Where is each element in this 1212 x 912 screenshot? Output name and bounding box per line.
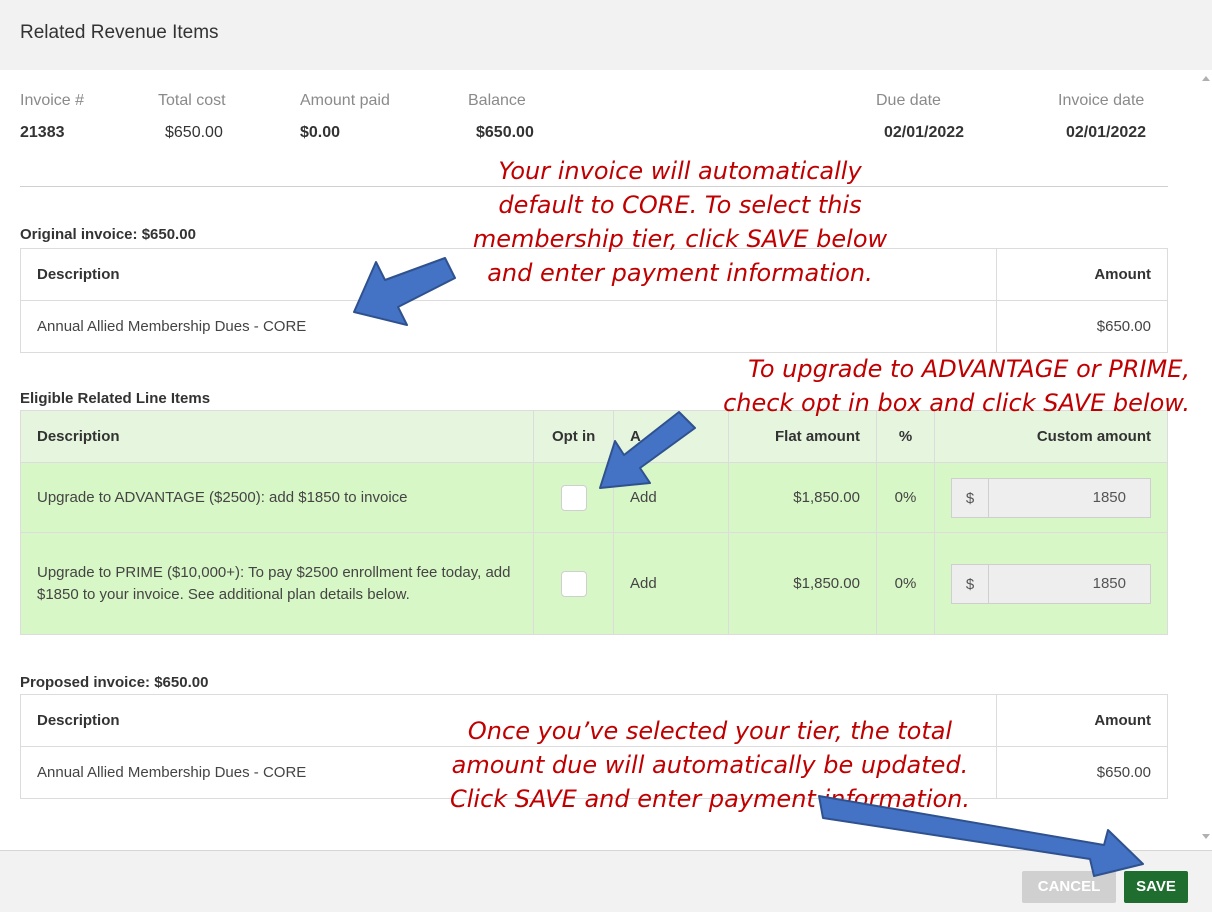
eligible-items-label: Eligible Related Line Items xyxy=(20,390,211,407)
due-date-value: 02/01/2022 xyxy=(884,124,965,141)
balance-value: $650.00 xyxy=(476,124,534,141)
flat-amount: $1,850.00 xyxy=(728,532,877,635)
percent-value: 0% xyxy=(876,532,935,635)
proposed-invoice-label: Proposed invoice: $650.00 xyxy=(20,674,209,691)
custom-amount-input[interactable] xyxy=(989,477,1151,518)
upgrade-annotation: To upgrade to ADVANTAGE or PRIME, check … xyxy=(723,355,1190,417)
balance-label: Balance xyxy=(468,92,526,109)
total-cost-label: Total cost xyxy=(158,92,226,109)
upgrade-advantage-description: Upgrade to ADVANTAGE ($2500): add $1850 … xyxy=(19,462,535,533)
invoice-number-label: Invoice # xyxy=(20,92,85,109)
custom-amount-input[interactable] xyxy=(989,563,1151,604)
amount-header: Amount xyxy=(996,248,1168,301)
amount-paid-value: $0.00 xyxy=(300,124,341,141)
table-row: Upgrade to PRIME ($10,000+): To pay $250… xyxy=(19,532,1168,635)
scrollbar[interactable] xyxy=(1200,70,1212,850)
amount-paid-label: Amount paid xyxy=(300,92,390,109)
invoice-date-value: 02/01/2022 xyxy=(1066,124,1147,141)
amount-header: Amount xyxy=(996,694,1168,747)
save-button[interactable]: SAVE xyxy=(1124,871,1188,903)
flat-amount: $1,850.00 xyxy=(728,462,877,533)
upgrade-prime-description: Upgrade to PRIME ($10,000+): To pay $250… xyxy=(19,532,535,635)
cancel-button[interactable]: CANCEL xyxy=(1022,871,1116,903)
action-add: Add xyxy=(613,462,730,533)
opt-in-cell xyxy=(533,462,615,533)
save-annotation: Once you’ve selected your tier, the tota… xyxy=(449,717,971,813)
action-add: Add xyxy=(613,532,730,635)
description-header: Description xyxy=(19,410,535,463)
scroll-down-icon[interactable] xyxy=(1202,834,1210,839)
line-item-amount: $650.00 xyxy=(996,746,1168,799)
line-item-description: Annual Allied Membership Dues - CORE xyxy=(20,300,997,353)
total-cost-value: $650.00 xyxy=(165,124,223,141)
custom-amount-cell: $ xyxy=(934,462,1168,533)
table-row: Upgrade to ADVANTAGE ($2500): add $1850 … xyxy=(19,462,1168,533)
eligible-items-table: Description Opt in A Flat amount % Custo… xyxy=(19,410,1168,635)
core-annotation: Your invoice will automatically default … xyxy=(472,157,888,287)
opt-in-checkbox-prime[interactable] xyxy=(560,570,587,597)
table-row: Annual Allied Membership Dues - CORE $65… xyxy=(20,300,1168,353)
percent-value: 0% xyxy=(876,462,935,533)
opt-in-cell xyxy=(533,532,615,635)
custom-amount-group: $ xyxy=(951,563,1151,604)
invoice-number-value: 21383 xyxy=(20,124,65,141)
currency-addon: $ xyxy=(951,477,989,518)
custom-amount-cell: $ xyxy=(934,532,1168,635)
opt-in-header: Opt in xyxy=(533,410,615,463)
dialog-title: Related Revenue Items xyxy=(20,22,219,43)
due-date-label: Due date xyxy=(876,92,941,109)
dialog-header: Related Revenue Items xyxy=(0,0,1212,70)
currency-addon: $ xyxy=(951,563,989,604)
invoice-date-label: Invoice date xyxy=(1058,92,1145,109)
scroll-up-icon[interactable] xyxy=(1202,76,1210,81)
custom-amount-group: $ xyxy=(951,477,1151,518)
dialog-footer: CANCEL SAVE xyxy=(0,850,1212,912)
original-invoice-label: Original invoice: $650.00 xyxy=(20,226,196,243)
line-item-amount: $650.00 xyxy=(996,300,1168,353)
opt-in-checkbox-advantage[interactable] xyxy=(560,484,587,511)
